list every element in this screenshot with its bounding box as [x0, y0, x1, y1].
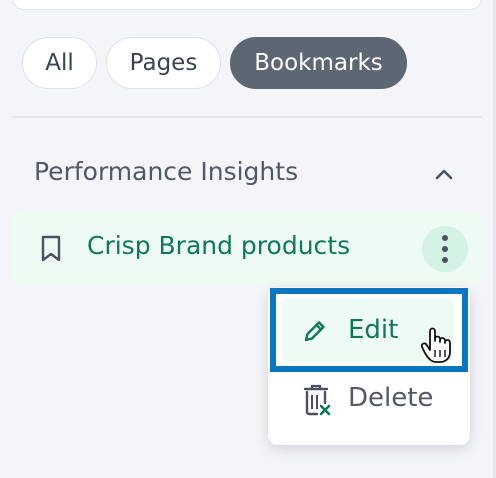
hand-cursor-icon: [420, 327, 451, 363]
search-box[interactable]: [12, 0, 482, 10]
section-divider: [12, 116, 482, 118]
filter-tabs: All Pages Bookmarks: [22, 37, 407, 91]
bookmark-item[interactable]: Crisp Brand products: [12, 211, 482, 285]
delete-menu-item[interactable]: Delete: [348, 383, 433, 413]
trash-icon: [303, 384, 331, 416]
tab-all[interactable]: All: [22, 37, 97, 89]
chevron-up-icon[interactable]: [430, 160, 458, 188]
bookmark-label: Crisp Brand products: [87, 231, 351, 260]
kebab-dot: [442, 246, 448, 252]
more-options-button[interactable]: [422, 226, 468, 272]
bookmark-icon: [41, 235, 61, 262]
kebab-dot: [442, 235, 448, 241]
tab-pages[interactable]: Pages: [106, 37, 221, 89]
section-title: Performance Insights: [34, 157, 299, 186]
tab-bookmarks[interactable]: Bookmarks: [230, 37, 407, 89]
kebab-dot: [442, 257, 448, 263]
